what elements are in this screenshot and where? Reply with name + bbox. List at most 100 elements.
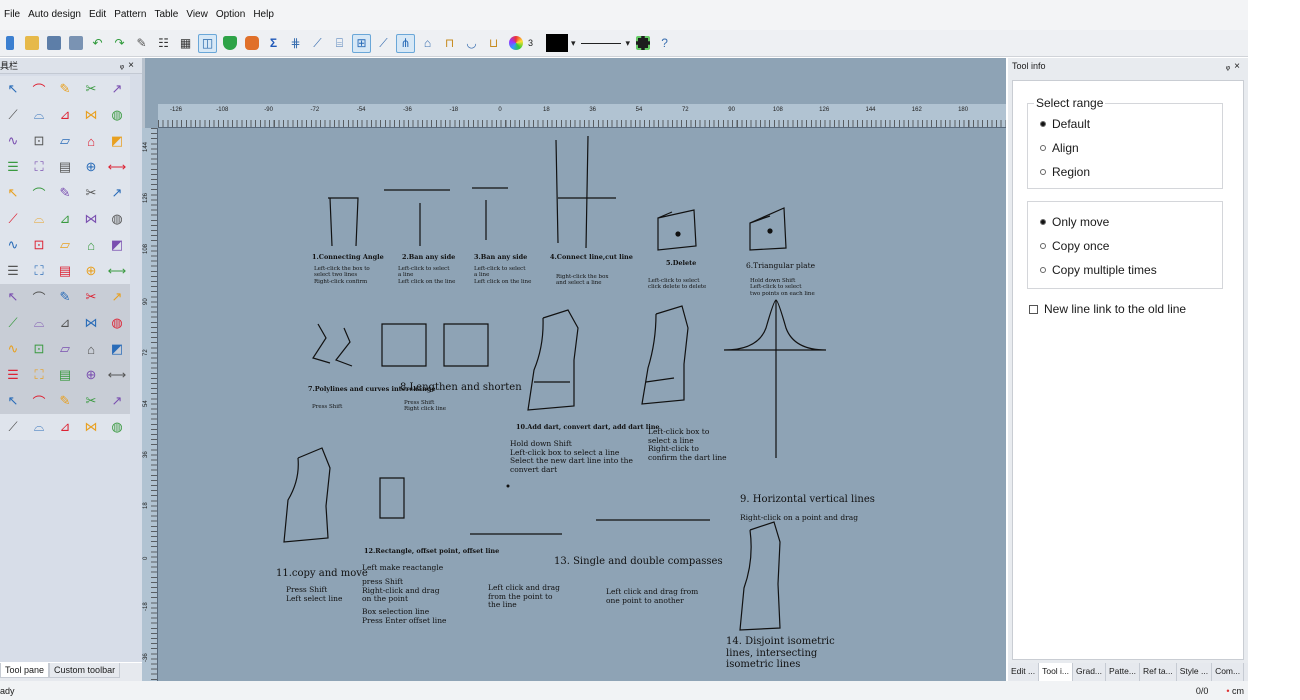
tool-button[interactable]: ▤	[52, 154, 78, 180]
tool-button[interactable]: ∿	[0, 232, 26, 258]
tool-button[interactable]: ✎	[52, 180, 78, 206]
tool-button[interactable]: ⟋	[0, 310, 26, 336]
tool-button[interactable]: ⊿	[52, 310, 78, 336]
tool-button[interactable]: ↗	[104, 76, 130, 102]
move-mode-radio[interactable]	[1040, 219, 1046, 225]
tool-button[interactable]: ⟋	[0, 414, 26, 440]
stairs-icon[interactable]: ⌸	[330, 34, 349, 53]
menu-option[interactable]: Option	[212, 0, 249, 30]
color-swatch[interactable]	[546, 34, 569, 52]
tool-button[interactable]: ☰	[0, 258, 26, 284]
tool-button[interactable]: ⊿	[52, 414, 78, 440]
tool-button[interactable]: ◩	[104, 232, 130, 258]
tab-custom-toolbar[interactable]: Custom toolbar	[49, 663, 121, 678]
chart-axis-icon[interactable]: ⊞	[352, 33, 371, 53]
tool-button[interactable]: ⊿	[52, 206, 78, 232]
tool-button[interactable]: ⊡	[26, 232, 52, 258]
grading-icon[interactable]: ⋔	[396, 33, 415, 53]
frame-icon[interactable]: ◫	[198, 33, 217, 53]
line-chart-icon[interactable]: ⟋	[374, 34, 393, 53]
close-icon[interactable]: ×	[128, 60, 138, 71]
table-icon[interactable]: ▦	[176, 34, 195, 53]
tool-button[interactable]: ⌒	[26, 388, 52, 414]
tool-button[interactable]: ∿	[0, 336, 26, 362]
pen-icon[interactable]: ✎	[132, 34, 151, 53]
paint-bucket-icon[interactable]	[242, 34, 261, 53]
new-file-icon[interactable]	[0, 34, 19, 53]
menu-view[interactable]: View	[182, 0, 212, 30]
tool-button[interactable]: ✂	[78, 76, 104, 102]
tool-button[interactable]: ⊕	[78, 154, 104, 180]
tool-button[interactable]: ◩	[104, 336, 130, 362]
tool-button[interactable]: ◩	[104, 128, 130, 154]
help-pointer-icon[interactable]: ?	[655, 34, 674, 53]
tool-button[interactable]: ✎	[52, 284, 78, 310]
right-pane-tab[interactable]: Ref ta...	[1140, 663, 1177, 681]
tool-button[interactable]: ✂	[78, 284, 104, 310]
menu-pattern[interactable]: Pattern	[110, 0, 150, 30]
tool-button[interactable]: ↖	[0, 180, 26, 206]
save-icon[interactable]	[44, 34, 63, 53]
tool-button[interactable]: ▤	[52, 362, 78, 388]
tool-button[interactable]: ⟷	[104, 258, 130, 284]
tool-button[interactable]: ↗	[104, 388, 130, 414]
pin-icon[interactable]: ᵩ	[120, 60, 128, 71]
right-pane-tab[interactable]: Edit ...	[1008, 663, 1040, 681]
tool-button[interactable]: ▱	[52, 128, 78, 154]
chevron-down-icon[interactable]: ▾	[571, 38, 576, 49]
move-mode-radio[interactable]	[1040, 267, 1046, 273]
move-mode-option[interactable]: Only move	[1028, 210, 1222, 234]
tool-button[interactable]: ↖	[0, 76, 26, 102]
close-icon[interactable]: ×	[1234, 61, 1244, 72]
tool-button[interactable]: ◍	[104, 102, 130, 128]
tool-button[interactable]: ⌂	[78, 232, 104, 258]
move-mode-radio[interactable]	[1040, 243, 1046, 249]
shield-green-icon[interactable]	[220, 34, 239, 53]
tool-button[interactable]: ⟋	[0, 206, 26, 232]
tool-button[interactable]: ⋈	[78, 310, 104, 336]
tool-button[interactable]: ⛶	[26, 258, 52, 284]
redo-icon[interactable]: ↷	[110, 34, 129, 53]
piece-icon[interactable]: ⊓	[440, 34, 459, 53]
tool-button[interactable]: ↗	[104, 284, 130, 310]
tool-button[interactable]: ✎	[52, 388, 78, 414]
tool-button[interactable]: ⊿	[52, 102, 78, 128]
tool-button[interactable]: ⊡	[26, 128, 52, 154]
tool-button[interactable]: ✂	[78, 388, 104, 414]
tool-button[interactable]: ⊡	[26, 336, 52, 362]
tool-button[interactable]: ✎	[52, 76, 78, 102]
garment-icon[interactable]: ⌂	[418, 34, 437, 53]
tool-button[interactable]: ✂	[78, 180, 104, 206]
tool-button[interactable]: ⛶	[26, 362, 52, 388]
tool-button[interactable]: ⛶	[26, 154, 52, 180]
tool-button[interactable]: ⌒	[26, 284, 52, 310]
tool-button[interactable]: ↖	[0, 284, 26, 310]
tool-button[interactable]: ⌓	[26, 414, 52, 440]
select-range-option[interactable]: Align	[1028, 136, 1222, 160]
film-icon[interactable]	[633, 34, 652, 53]
tool-button[interactable]: ⌂	[78, 336, 104, 362]
tool-button[interactable]: ⌓	[26, 206, 52, 232]
grid-lines-icon[interactable]: ☷	[154, 34, 173, 53]
open-folder-icon[interactable]	[22, 34, 41, 53]
line-style-picker[interactable]	[580, 42, 621, 44]
open-piece-icon[interactable]: ⊔	[484, 34, 503, 53]
tool-button[interactable]: ⊕	[78, 258, 104, 284]
menu-file[interactable]: File	[0, 0, 24, 30]
right-pane-tab[interactable]: Patte...	[1106, 663, 1140, 681]
menu-edit[interactable]: Edit	[85, 0, 110, 30]
tool-button[interactable]: ⌓	[26, 310, 52, 336]
tool-button[interactable]: ↗	[104, 180, 130, 206]
tool-button[interactable]: ☰	[0, 362, 26, 388]
right-pane-tab[interactable]: Com...	[1212, 663, 1245, 681]
tool-button[interactable]: ⋈	[78, 206, 104, 232]
new-line-link-checkbox[interactable]	[1029, 304, 1038, 314]
tool-button[interactable]: ◍	[104, 206, 130, 232]
select-range-option[interactable]: Default	[1028, 112, 1222, 136]
move-mode-option[interactable]: Copy multiple times	[1028, 258, 1222, 282]
tool-button[interactable]: ⊕	[78, 362, 104, 388]
select-range-radio[interactable]	[1040, 121, 1046, 127]
pin-icon[interactable]: ᵩ	[1226, 61, 1234, 72]
measure-icon[interactable]: ⟋	[308, 34, 327, 53]
sum-icon[interactable]: Σ	[264, 34, 283, 53]
